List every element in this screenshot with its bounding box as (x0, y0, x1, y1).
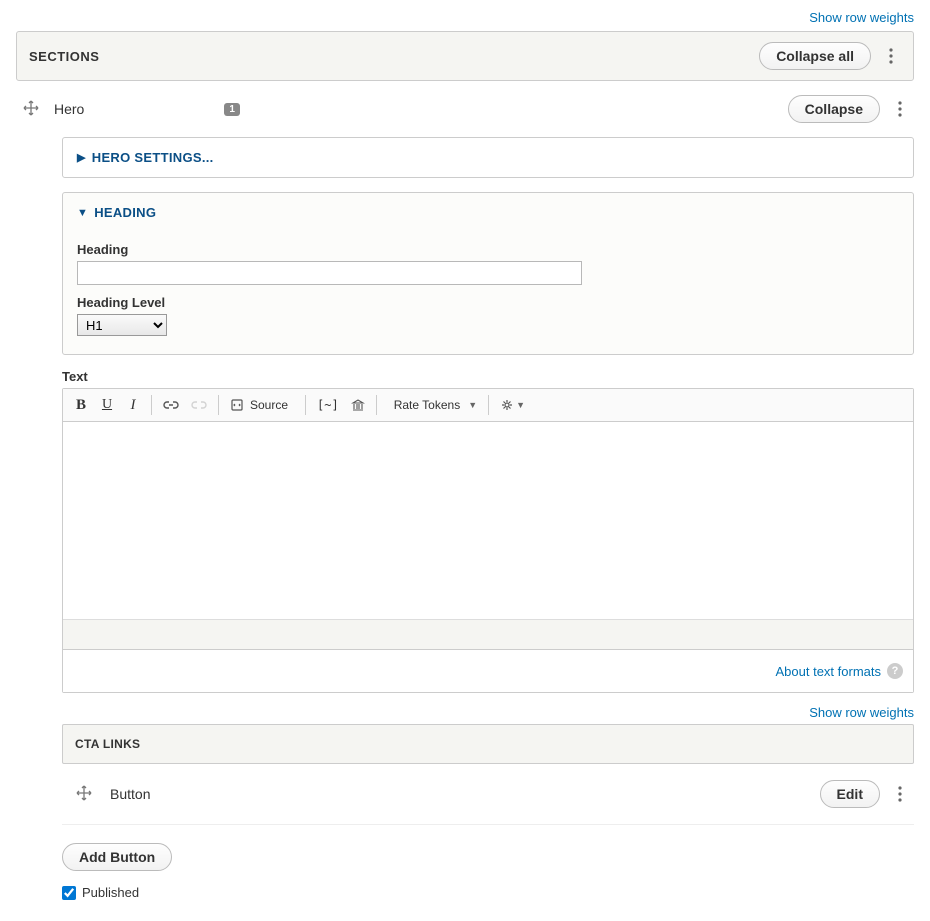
rate-tokens-label: Rate Tokens (388, 398, 467, 412)
sections-header: SECTIONS Collapse all (16, 31, 914, 81)
heading-panel: ▼ HEADING Heading Heading Level H1 (62, 192, 914, 355)
help-icon[interactable]: ? (887, 663, 903, 679)
editor-toolbar: B U I Source [~] Rate Tokens ▼ (63, 389, 913, 422)
drag-handle-icon[interactable] (16, 100, 46, 119)
hero-item-row: Hero 1 Collapse (16, 81, 914, 137)
hero-count-badge: 1 (224, 103, 240, 116)
unlink-button (186, 393, 212, 417)
cta-button-row: Button Edit (62, 764, 914, 825)
toolbar-separator (376, 395, 377, 415)
token-button[interactable]: [~] (312, 393, 344, 417)
source-button[interactable]: Source (225, 393, 299, 417)
heading-panel-title: HEADING (94, 205, 156, 220)
cta-show-row-weights-link[interactable]: Show row weights (809, 705, 914, 720)
italic-button[interactable]: I (121, 393, 145, 417)
toolbar-separator (151, 395, 152, 415)
settings-button[interactable]: ▼ (495, 393, 530, 417)
sections-title: SECTIONS (29, 49, 759, 64)
collapse-all-button[interactable]: Collapse all (759, 42, 871, 70)
rich-text-editor: B U I Source [~] Rate Tokens ▼ (62, 388, 914, 693)
hero-settings-title: HERO SETTINGS... (92, 150, 214, 165)
collapse-button[interactable]: Collapse (788, 95, 880, 123)
triangle-right-icon: ▶ (77, 151, 86, 164)
about-text-formats-link[interactable]: About text formats (776, 664, 882, 679)
published-checkbox[interactable] (62, 886, 76, 900)
sections-actions-icon[interactable] (881, 48, 901, 64)
hero-settings-panel: ▶ HERO SETTINGS... (62, 137, 914, 178)
caret-down-icon: ▼ (516, 400, 525, 410)
hero-label: Hero (54, 101, 84, 117)
editor-format-help: About text formats ? (63, 650, 913, 692)
link-button[interactable] (158, 393, 184, 417)
show-row-weights-link[interactable]: Show row weights (809, 10, 914, 25)
underline-button[interactable]: U (95, 393, 119, 417)
text-field-label: Text (62, 369, 914, 384)
triangle-down-icon: ▼ (77, 207, 88, 219)
bold-button[interactable]: B (69, 393, 93, 417)
cta-actions-icon[interactable] (890, 786, 910, 802)
toolbar-separator (305, 395, 306, 415)
toolbar-separator (218, 395, 219, 415)
toolbar-separator (488, 395, 489, 415)
rate-tokens-button[interactable]: Rate Tokens ▼ (383, 393, 482, 417)
caret-down-icon: ▼ (468, 400, 477, 410)
published-label: Published (82, 885, 139, 900)
heading-field-label: Heading (77, 242, 899, 257)
edit-button[interactable]: Edit (820, 780, 880, 808)
heading-input[interactable] (77, 261, 582, 285)
institution-icon-button[interactable] (346, 393, 370, 417)
drag-handle-icon[interactable] (66, 785, 102, 804)
source-label: Source (244, 398, 294, 412)
editor-status-bar (63, 620, 913, 650)
hero-actions-icon[interactable] (890, 101, 910, 117)
heading-toggle[interactable]: ▼ HEADING (63, 193, 913, 232)
cta-links-header: CTA LINKS (62, 724, 914, 764)
heading-level-label: Heading Level (77, 295, 899, 310)
published-row: Published (62, 885, 914, 900)
cta-button-label: Button (110, 786, 150, 802)
editor-content-area[interactable] (63, 422, 913, 620)
hero-settings-toggle[interactable]: ▶ HERO SETTINGS... (63, 138, 913, 177)
heading-level-select[interactable]: H1 (77, 314, 167, 336)
add-button-button[interactable]: Add Button (62, 843, 172, 871)
